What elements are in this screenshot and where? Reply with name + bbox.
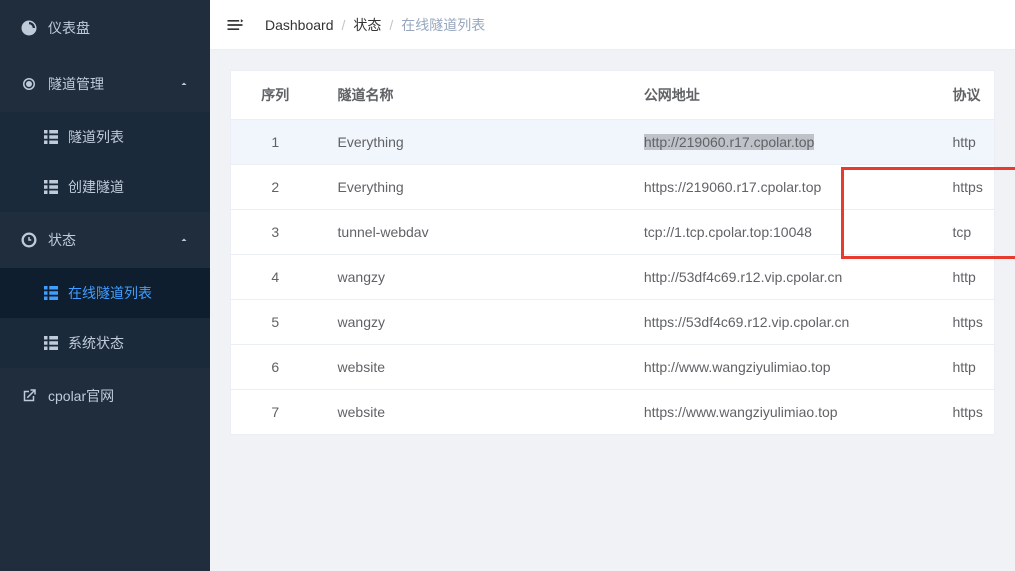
- table-row[interactable]: 6websitehttp://www.wangziyulimiao.tophtt…: [231, 345, 995, 390]
- dashboard-icon: [20, 19, 38, 37]
- sidebar-item-status[interactable]: 状态: [0, 212, 210, 268]
- sidebar-label-dashboard: 仪表盘: [48, 18, 190, 38]
- sidebar-label-tunnel-list: 隧道列表: [68, 127, 190, 147]
- cell-name: wangzy: [320, 300, 626, 345]
- cell-name: tunnel-webdav: [320, 210, 626, 255]
- cell-name: website: [320, 390, 626, 435]
- external-link-icon: [20, 387, 38, 405]
- cell-proto: https: [934, 300, 994, 345]
- cell-name: Everything: [320, 165, 626, 210]
- cell-name: wangzy: [320, 255, 626, 300]
- breadcrumb-sep: /: [389, 17, 393, 33]
- sidebar-label-tunnel-mgmt: 隧道管理: [48, 74, 178, 94]
- cell-proto: https: [934, 165, 994, 210]
- cell-index: 5: [231, 300, 320, 345]
- sidebar-label-cpolar-site: cpolar官网: [48, 386, 190, 406]
- cell-name: website: [320, 345, 626, 390]
- tunnel-table: 序列 隧道名称 公网地址 协议 1Everythinghttp://219060…: [230, 70, 995, 435]
- cell-addr[interactable]: https://219060.r17.cpolar.top: [626, 165, 935, 210]
- grid-icon: [44, 286, 58, 300]
- table-row[interactable]: 1Everythinghttp://219060.r17.cpolar.toph…: [231, 120, 995, 165]
- sidebar-item-dashboard[interactable]: 仪表盘: [0, 0, 210, 56]
- cell-proto: http: [934, 255, 994, 300]
- main: Dashboard / 状态 / 在线隧道列表 序列 隧道名称 公网地址 协议 …: [210, 0, 1015, 571]
- table-row[interactable]: 2Everythinghttps://219060.r17.cpolar.top…: [231, 165, 995, 210]
- sidebar-item-system-status[interactable]: 系统状态: [0, 318, 210, 368]
- cell-name: Everything: [320, 120, 626, 165]
- th-proto: 协议: [934, 71, 994, 120]
- sidebar-label-create-tunnel: 创建隧道: [68, 177, 190, 197]
- grid-icon: [44, 180, 58, 194]
- content: 序列 隧道名称 公网地址 协议 1Everythinghttp://219060…: [210, 50, 1015, 571]
- th-name: 隧道名称: [320, 71, 626, 120]
- cell-addr[interactable]: http://www.wangziyulimiao.top: [626, 345, 935, 390]
- sidebar-label-status: 状态: [48, 230, 178, 250]
- cell-index: 7: [231, 390, 320, 435]
- cell-proto: tcp: [934, 210, 994, 255]
- topbar: Dashboard / 状态 / 在线隧道列表: [210, 0, 1015, 50]
- table-row[interactable]: 3tunnel-webdavtcp://1.tcp.cpolar.top:100…: [231, 210, 995, 255]
- tunnel-icon: [20, 75, 38, 93]
- cell-addr[interactable]: https://www.wangziyulimiao.top: [626, 390, 935, 435]
- cell-index: 6: [231, 345, 320, 390]
- cell-index: 2: [231, 165, 320, 210]
- table-row[interactable]: 4wangzyhttp://53df4c69.r12.vip.cpolar.cn…: [231, 255, 995, 300]
- chevron-up-icon: [178, 234, 190, 246]
- table-row[interactable]: 5wangzyhttps://53df4c69.r12.vip.cpolar.c…: [231, 300, 995, 345]
- table-row[interactable]: 7websitehttps://www.wangziyulimiao.topht…: [231, 390, 995, 435]
- cell-index: 3: [231, 210, 320, 255]
- cell-proto: http: [934, 120, 994, 165]
- cell-addr[interactable]: https://53df4c69.r12.vip.cpolar.cn: [626, 300, 935, 345]
- cell-index: 1: [231, 120, 320, 165]
- cell-proto: http: [934, 345, 994, 390]
- status-icon: [20, 231, 38, 249]
- sidebar-item-cpolar-site[interactable]: cpolar官网: [0, 368, 210, 424]
- sidebar-item-create-tunnel[interactable]: 创建隧道: [0, 162, 210, 212]
- cell-proto: https: [934, 390, 994, 435]
- breadcrumb-root[interactable]: Dashboard: [265, 17, 334, 33]
- breadcrumb: Dashboard / 状态 / 在线隧道列表: [265, 15, 485, 35]
- th-index: 序列: [231, 71, 320, 120]
- th-addr: 公网地址: [626, 71, 935, 120]
- cell-addr[interactable]: http://53df4c69.r12.vip.cpolar.cn: [626, 255, 935, 300]
- sidebar: 仪表盘 隧道管理 隧道列表 创建隧道 状态 在线隧道列表 系统状态 cpolar…: [0, 0, 210, 571]
- grid-icon: [44, 130, 58, 144]
- sidebar-item-tunnel-mgmt[interactable]: 隧道管理: [0, 56, 210, 112]
- breadcrumb-sep: /: [342, 17, 346, 33]
- cell-addr[interactable]: http://219060.r17.cpolar.top: [626, 120, 935, 165]
- sidebar-label-system-status: 系统状态: [68, 333, 190, 353]
- grid-icon: [44, 336, 58, 350]
- chevron-up-icon: [178, 78, 190, 90]
- sidebar-label-online-tunnels: 在线隧道列表: [68, 283, 190, 303]
- sidebar-item-online-tunnels[interactable]: 在线隧道列表: [0, 268, 210, 318]
- sidebar-item-tunnel-list[interactable]: 隧道列表: [0, 112, 210, 162]
- cell-addr[interactable]: tcp://1.tcp.cpolar.top:10048: [626, 210, 935, 255]
- cell-index: 4: [231, 255, 320, 300]
- breadcrumb-mid[interactable]: 状态: [353, 15, 381, 35]
- breadcrumb-current: 在线隧道列表: [401, 15, 485, 35]
- hamburger-icon[interactable]: [225, 15, 245, 35]
